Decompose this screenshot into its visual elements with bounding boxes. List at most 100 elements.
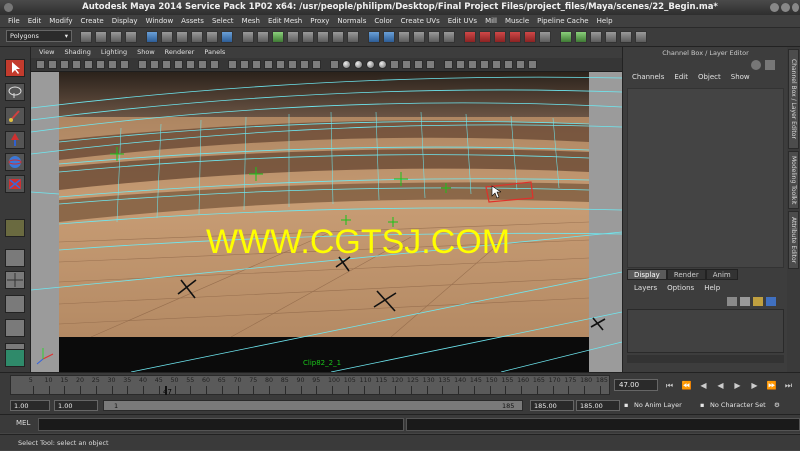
- panel-menu-renderer[interactable]: Renderer: [160, 47, 200, 58]
- menu-select[interactable]: Select: [208, 15, 238, 27]
- panel-tool-icon[interactable]: [108, 60, 117, 69]
- menu-display[interactable]: Display: [108, 15, 142, 27]
- move-layer-down-icon[interactable]: [766, 297, 776, 306]
- step-forward-frame-icon[interactable]: ▶: [749, 380, 760, 391]
- status-line-tool-icon[interactable]: [509, 31, 521, 43]
- menu-file[interactable]: File: [4, 15, 24, 27]
- step-forward-key-icon[interactable]: ⏩: [766, 380, 777, 391]
- range-slider[interactable]: 1 185: [103, 400, 523, 411]
- animation-end-field[interactable]: 185.00: [576, 400, 620, 411]
- move-tool-icon[interactable]: [5, 131, 25, 149]
- layer-menu-help[interactable]: Help: [699, 283, 725, 293]
- status-line-tool-icon[interactable]: [206, 31, 218, 43]
- menu-edit-uvs[interactable]: Edit UVs: [444, 15, 481, 27]
- lasso-tool-icon[interactable]: [5, 83, 25, 101]
- menu-pipeline-cache[interactable]: Pipeline Cache: [533, 15, 592, 27]
- channel-box-help-icon[interactable]: [751, 60, 761, 70]
- play-forward-icon[interactable]: ▶: [732, 380, 743, 391]
- layer-menu-layers[interactable]: Layers: [629, 283, 662, 293]
- menu-mesh[interactable]: Mesh: [238, 15, 264, 27]
- layer-list[interactable]: [627, 309, 784, 353]
- panel-tool-icon[interactable]: [198, 60, 207, 69]
- animation-start-field[interactable]: 1.00: [10, 400, 50, 411]
- anim-layer-selector[interactable]: No Anim Layer: [634, 400, 682, 411]
- outliner-layout-icon[interactable]: [5, 319, 25, 337]
- panel-menu-view[interactable]: View: [34, 47, 59, 58]
- menu-muscle[interactable]: Muscle: [501, 15, 533, 27]
- panel-menu-show[interactable]: Show: [132, 47, 160, 58]
- step-back-key-icon[interactable]: ⏪: [681, 380, 692, 391]
- panel-tool-icon[interactable]: [48, 60, 57, 69]
- layer-menu-options[interactable]: Options: [662, 283, 699, 293]
- panel-tool-icon[interactable]: [414, 60, 423, 69]
- menu-create-uvs[interactable]: Create UVs: [397, 15, 444, 27]
- panel-tool-icon[interactable]: [120, 60, 129, 69]
- side-tab-channel-box[interactable]: Channel Box / Layer Editor: [788, 49, 799, 149]
- panel-tool-icon[interactable]: [36, 60, 45, 69]
- panel-tool-icon[interactable]: [60, 60, 69, 69]
- status-line-tool-icon[interactable]: [398, 31, 410, 43]
- side-tab-attribute-editor[interactable]: Attribute Editor: [788, 211, 799, 269]
- panel-tool-icon[interactable]: [228, 60, 237, 69]
- status-line-tool-icon[interactable]: [635, 31, 647, 43]
- panel-tool-icon[interactable]: [84, 60, 93, 69]
- command-language-label[interactable]: MEL: [16, 419, 30, 427]
- status-line-tool-icon[interactable]: [368, 31, 380, 43]
- status-line-tool-icon[interactable]: [110, 31, 122, 43]
- panel-tool-icon[interactable]: [264, 60, 273, 69]
- menu-edit[interactable]: Edit: [24, 15, 46, 27]
- move-layer-up-icon[interactable]: [753, 297, 763, 306]
- panel-tool-icon[interactable]: [186, 60, 195, 69]
- four-pane-layout-icon[interactable]: [5, 271, 25, 289]
- panel-tool-icon[interactable]: [390, 60, 399, 69]
- status-line-tool-icon[interactable]: [428, 31, 440, 43]
- panel-tool-icon[interactable]: [480, 60, 489, 69]
- panel-tool-icon[interactable]: [366, 60, 375, 69]
- channel-box-options-icon[interactable]: [765, 60, 775, 70]
- panel-tool-icon[interactable]: [378, 60, 387, 69]
- layer-scrollbar[interactable]: [627, 355, 784, 363]
- channel-box-menu-edit[interactable]: Edit: [669, 73, 693, 81]
- panel-tool-icon[interactable]: [528, 60, 537, 69]
- channel-box-menu-object[interactable]: Object: [693, 73, 726, 81]
- status-line-tool-icon[interactable]: [524, 31, 536, 43]
- menu-mill[interactable]: Mill: [481, 15, 501, 27]
- channel-box-menu-channels[interactable]: Channels: [627, 73, 669, 81]
- status-line-tool-icon[interactable]: [332, 31, 344, 43]
- panel-tool-icon[interactable]: [300, 60, 309, 69]
- go-to-end-icon[interactable]: ⏭: [783, 380, 794, 391]
- menu-normals[interactable]: Normals: [333, 15, 370, 27]
- panel-tool-icon[interactable]: [150, 60, 159, 69]
- status-line-tool-icon[interactable]: [620, 31, 632, 43]
- panel-tool-icon[interactable]: [162, 60, 171, 69]
- close-icon[interactable]: [792, 3, 799, 12]
- status-line-tool-icon[interactable]: [191, 31, 203, 43]
- channel-box-menu-show[interactable]: Show: [726, 73, 755, 81]
- tab-render[interactable]: Render: [666, 269, 706, 280]
- status-line-tool-icon[interactable]: [605, 31, 617, 43]
- new-layer-icon[interactable]: [727, 297, 737, 306]
- status-line-tool-icon[interactable]: [479, 31, 491, 43]
- rotate-tool-icon[interactable]: [5, 153, 25, 171]
- last-tool-icon[interactable]: [5, 219, 25, 237]
- panel-tool-icon[interactable]: [504, 60, 513, 69]
- auto-key-icon[interactable]: ⚙: [774, 400, 780, 411]
- panel-tool-icon[interactable]: [354, 60, 363, 69]
- status-line-tool-icon[interactable]: [494, 31, 506, 43]
- playback-end-field[interactable]: 185.00: [530, 400, 574, 411]
- status-line-tool-icon[interactable]: [443, 31, 455, 43]
- panel-menu-panels[interactable]: Panels: [199, 47, 230, 58]
- play-backward-icon[interactable]: ◀: [715, 380, 726, 391]
- menu-assets[interactable]: Assets: [177, 15, 208, 27]
- menu-help[interactable]: Help: [593, 15, 617, 27]
- panel-menu-lighting[interactable]: Lighting: [96, 47, 132, 58]
- playback-start-field[interactable]: 1.00: [54, 400, 98, 411]
- panel-tool-icon[interactable]: [402, 60, 411, 69]
- panel-tool-icon[interactable]: [516, 60, 525, 69]
- status-line-tool-icon[interactable]: [317, 31, 329, 43]
- hypershade-layout-icon[interactable]: [5, 349, 25, 367]
- character-set-selector[interactable]: No Character Set: [710, 400, 766, 411]
- menu-edit-mesh[interactable]: Edit Mesh: [264, 15, 306, 27]
- status-line-tool-icon[interactable]: [176, 31, 188, 43]
- panel-tool-icon[interactable]: [342, 60, 351, 69]
